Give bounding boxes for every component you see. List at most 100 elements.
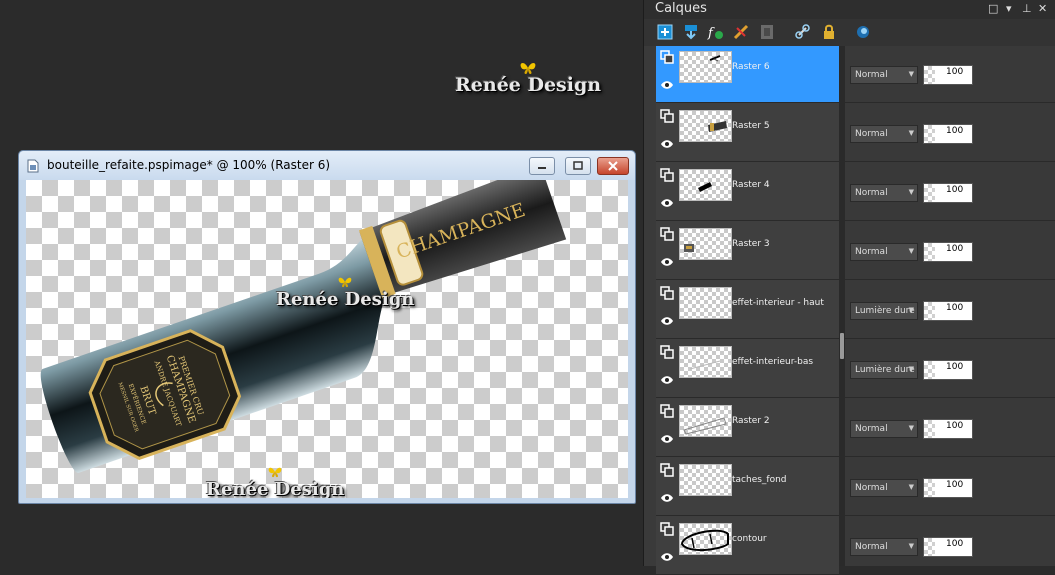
watermark-logo-center: Renée Design bbox=[276, 277, 414, 310]
visibility-eye-icon[interactable] bbox=[660, 139, 674, 149]
layer-row-effet-interieur-haut[interactable]: effet-interieur - haut bbox=[656, 282, 839, 339]
opacity-value: 100 bbox=[946, 421, 964, 431]
blend-mode-dropdown[interactable]: Normal ▼ bbox=[850, 66, 918, 84]
layer-group-icon[interactable] bbox=[660, 168, 674, 182]
layer-properties-row: Normal ▼ 100 bbox=[845, 46, 1055, 103]
opacity-slider[interactable]: 100 bbox=[923, 478, 973, 498]
layer-group-icon[interactable] bbox=[660, 345, 674, 359]
layer-name: contour bbox=[732, 534, 767, 544]
chevron-down-icon: ▼ bbox=[908, 129, 914, 137]
layer-properties-row: Normal ▼ 100 bbox=[845, 459, 1055, 516]
new-layer-icon[interactable] bbox=[656, 23, 674, 41]
close-button[interactable] bbox=[597, 157, 629, 175]
layer-group-icon[interactable] bbox=[660, 50, 674, 64]
chevron-down-icon: ▼ bbox=[908, 188, 914, 196]
layer-row-raster-4[interactable]: Raster 4 bbox=[656, 164, 839, 221]
layer-thumbnail[interactable] bbox=[679, 464, 732, 496]
layer-thumbnail[interactable] bbox=[679, 51, 732, 83]
layer-thumbnail[interactable] bbox=[679, 228, 732, 260]
document-window[interactable]: bouteille_refaite.pspimage* @ 100% (Rast… bbox=[18, 150, 636, 504]
visibility-eye-icon[interactable] bbox=[660, 316, 674, 326]
layer-mask-icon[interactable] bbox=[758, 23, 776, 41]
layer-row-raster-6[interactable]: Raster 6 bbox=[656, 46, 839, 103]
watermark-text: Renée Design bbox=[206, 479, 345, 498]
layer-row-contour[interactable]: contour bbox=[656, 518, 839, 575]
layer-thumbnail[interactable] bbox=[679, 110, 732, 142]
document-titlebar[interactable]: bouteille_refaite.pspimage* @ 100% (Rast… bbox=[19, 151, 635, 180]
layer-row-taches-fond[interactable]: taches_fond bbox=[656, 459, 839, 516]
layer-row-raster-3[interactable]: Raster 3 bbox=[656, 223, 839, 280]
minimize-icon bbox=[538, 167, 546, 169]
layer-row-raster-2[interactable]: Raster 2 bbox=[656, 400, 839, 457]
close-icon bbox=[608, 161, 618, 171]
blend-mode-dropdown[interactable]: Normal ▼ bbox=[850, 538, 918, 556]
blend-mode-value: Normal bbox=[855, 542, 888, 552]
layer-thumbnail[interactable] bbox=[679, 287, 732, 319]
blend-icon[interactable] bbox=[854, 23, 872, 41]
layer-properties-row: Normal ▼ 100 bbox=[845, 105, 1055, 162]
layer-row-effet-interieur-bas[interactable]: effet-interieur-bas bbox=[656, 341, 839, 398]
layer-group-icon[interactable] bbox=[660, 463, 674, 477]
blend-mode-dropdown[interactable]: Normal ▼ bbox=[850, 420, 918, 438]
opacity-value: 100 bbox=[946, 244, 964, 254]
visibility-eye-icon[interactable] bbox=[660, 257, 674, 267]
panel-close-icon[interactable]: ✕ bbox=[1038, 2, 1047, 15]
maximize-button[interactable] bbox=[565, 157, 591, 175]
layer-group-icon[interactable] bbox=[660, 109, 674, 123]
blend-mode-value: Lumière dure bbox=[855, 306, 915, 316]
opacity-slider[interactable]: 100 bbox=[923, 65, 973, 85]
layer-name: Raster 3 bbox=[732, 239, 770, 249]
splitter-handle[interactable] bbox=[840, 333, 844, 359]
opacity-value: 100 bbox=[946, 480, 964, 490]
visibility-eye-icon[interactable] bbox=[660, 198, 674, 208]
layer-thumbnail[interactable] bbox=[679, 346, 732, 378]
blend-mode-dropdown[interactable]: Lumière dure ▼ bbox=[850, 302, 918, 320]
layer-name: Raster 4 bbox=[732, 180, 770, 190]
blend-mode-dropdown[interactable]: Lumière dure ▼ bbox=[850, 361, 918, 379]
blend-mode-dropdown[interactable]: Normal ▼ bbox=[850, 479, 918, 497]
layers-panel-header[interactable]: Calques □ ▾ ⊥ ✕ bbox=[644, 0, 1055, 19]
opacity-slider[interactable]: 100 bbox=[923, 301, 973, 321]
opacity-slider[interactable]: 100 bbox=[923, 419, 973, 439]
opacity-slider[interactable]: 100 bbox=[923, 360, 973, 380]
layer-thumbnail[interactable] bbox=[679, 405, 732, 437]
layer-thumbnail[interactable] bbox=[679, 523, 732, 555]
butterfly-icon bbox=[520, 63, 536, 74]
blend-mode-dropdown[interactable]: Normal ▼ bbox=[850, 125, 918, 143]
minimize-button[interactable] bbox=[529, 157, 555, 175]
merge-down-icon[interactable] bbox=[682, 23, 700, 41]
opacity-value: 100 bbox=[946, 126, 964, 136]
image-canvas[interactable]: CHAMPAGNE PREMIER CRU CHAMPAGNE ANDRÉ JA… bbox=[26, 180, 628, 498]
layer-properties-row: Lumière dure ▼ 100 bbox=[845, 341, 1055, 398]
visibility-eye-icon[interactable] bbox=[660, 552, 674, 562]
opacity-slider[interactable]: 100 bbox=[923, 183, 973, 203]
opacity-slider[interactable]: 100 bbox=[923, 537, 973, 557]
link-icon[interactable] bbox=[794, 23, 812, 41]
document-file-icon bbox=[27, 159, 39, 173]
blend-mode-dropdown[interactable]: Normal ▼ bbox=[850, 184, 918, 202]
delete-layer-icon[interactable] bbox=[732, 23, 750, 41]
visibility-eye-icon[interactable] bbox=[660, 375, 674, 385]
panel-restore-icon[interactable]: □ bbox=[988, 2, 998, 15]
layer-thumbnail[interactable] bbox=[679, 169, 732, 201]
visibility-eye-icon[interactable] bbox=[660, 80, 674, 90]
opacity-slider[interactable]: 100 bbox=[923, 242, 973, 262]
visibility-eye-icon[interactable] bbox=[660, 493, 674, 503]
panel-pin-icon[interactable]: ⊥ bbox=[1022, 2, 1032, 15]
opacity-slider[interactable]: 100 bbox=[923, 124, 973, 144]
visibility-eye-icon[interactable] bbox=[660, 434, 674, 444]
layer-group-icon[interactable] bbox=[660, 286, 674, 300]
blend-mode-value: Normal bbox=[855, 424, 888, 434]
blend-mode-dropdown[interactable]: Normal ▼ bbox=[850, 243, 918, 261]
layer-group-icon[interactable] bbox=[660, 227, 674, 241]
blend-mode-value: Normal bbox=[855, 188, 888, 198]
butterfly-icon bbox=[338, 277, 352, 288]
panel-menu-icon[interactable]: ▾ bbox=[1006, 2, 1012, 15]
lock-icon[interactable] bbox=[820, 23, 838, 41]
chevron-down-icon: ▼ bbox=[908, 483, 914, 491]
layer-group-icon[interactable] bbox=[660, 522, 674, 536]
layer-row-raster-5[interactable]: Raster 5 bbox=[656, 105, 839, 162]
layer-group-icon[interactable] bbox=[660, 404, 674, 418]
fx-icon[interactable]: f bbox=[706, 23, 724, 41]
maximize-icon bbox=[573, 161, 583, 170]
